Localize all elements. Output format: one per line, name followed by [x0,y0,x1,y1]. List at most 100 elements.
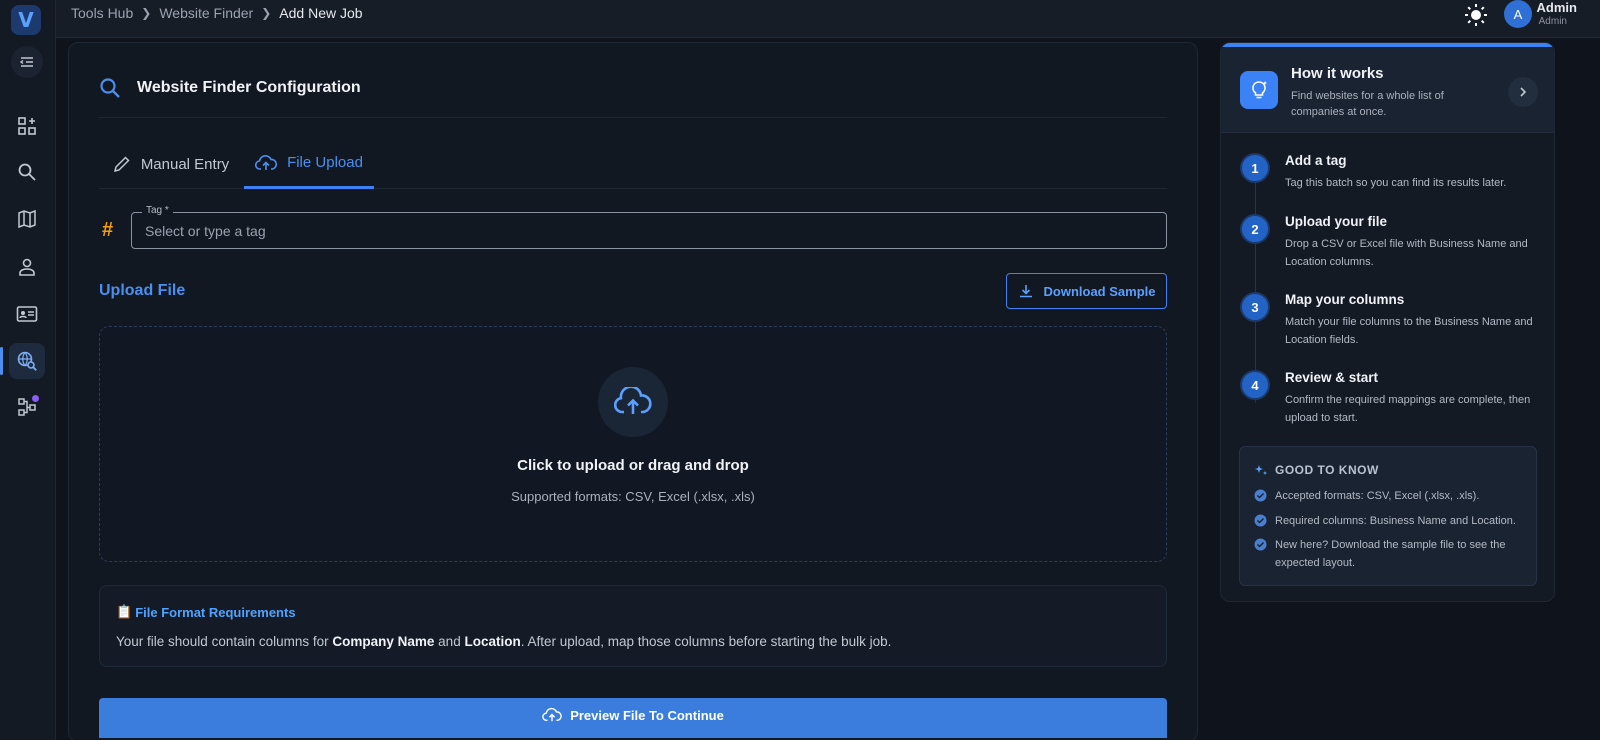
download-sample-label: Download Sample [1043,283,1156,299]
dropzone-subtitle: Supported formats: CSV, Excel (.xlsx, .x… [511,489,755,504]
breadcrumb: Tools Hub ❯ Website Finder ❯ Add New Job [71,5,363,21]
requirements-text: Your file should contain columns for Com… [116,634,891,649]
globe-search-icon [17,351,37,371]
how-it-works-header: How it works Find websites for a whole l… [1221,47,1554,133]
menu-collapse-icon [19,57,33,67]
sidebar-item-search[interactable] [9,154,45,190]
requirements-title: 📋 File Format Requirements [116,604,296,620]
logo-letter: V [18,8,34,32]
good-to-know-text: Accepted formats: CSV, Excel (.xlsx, .xl… [1275,490,1480,502]
hashtag-icon: # [102,219,114,241]
map-icon [18,209,36,229]
steps-connector [1255,167,1256,403]
requirements-text-part: and [434,634,465,649]
step-number: 3 [1240,292,1270,322]
sun-icon [1465,4,1487,26]
top-bar: Tools Hub ❯ Website Finder ❯ Add New Job… [56,0,1600,38]
dropzone-title: Click to upload or drag and drop [517,457,749,474]
collapse-panel-button[interactable] [1508,77,1538,107]
search-icon [100,78,120,98]
tab-file-upload[interactable]: File Upload [244,139,374,189]
cloud-upload-icon [614,387,652,414]
clipboard-icon: 📋 [116,604,133,619]
chevron-right-icon [1520,87,1527,97]
tab-bar: Manual Entry File Upload [99,139,1167,189]
good-to-know-box: GOOD TO KNOW Accepted formats: CSV, Exce… [1239,446,1537,586]
file-dropzone[interactable]: Click to upload or drag and drop Support… [99,326,1167,562]
good-to-know-text: Required columns: Business Name and Loca… [1275,515,1516,527]
cloud-upload-icon [255,154,278,170]
step-number: 4 [1240,370,1270,400]
tag-input[interactable] [132,213,1166,248]
check-circle-icon [1254,489,1267,502]
chevron-right-icon: ❯ [141,6,152,20]
dashboard-add-icon [18,117,36,135]
step-number: 1 [1240,153,1270,183]
check-circle-icon [1254,538,1267,551]
lightbulb-icon [1240,71,1278,109]
lightbulb-glyph [1252,81,1267,99]
good-to-know-title-text: GOOD TO KNOW [1275,463,1379,477]
sidebar-item-workflow[interactable] [9,389,45,425]
requirements-bold-company: Company Name [332,634,435,649]
good-to-know-item: New here? Download the sample file to se… [1254,536,1530,572]
user-name: Admin [1536,0,1577,15]
check-circle-icon [1254,514,1267,527]
tab-manual-entry[interactable]: Manual Entry [99,139,243,189]
sidebar-item-dashboard[interactable] [9,108,45,144]
how-it-works-subtitle: Find websites for a whole list of compan… [1291,90,1444,118]
step-title: Add a tag [1285,153,1347,168]
requirements-text-part: Your file should contain columns for [116,634,333,649]
theme-toggle-button[interactable] [1464,3,1488,27]
card-header: Website Finder Configuration [99,77,361,99]
chevron-right-icon: ❯ [261,6,272,20]
collapse-sidebar-button[interactable] [11,46,43,78]
how-it-works-panel: How it works Find websites for a whole l… [1220,42,1555,602]
search-icon [18,163,36,181]
notification-dot [32,395,39,402]
how-it-works-title: How it works [1291,65,1384,82]
upload-circle [598,367,668,437]
pencil-icon [113,156,130,173]
user-role: Admin [1538,16,1567,27]
contact-card-icon [16,306,38,322]
tab-label: Manual Entry [140,155,230,173]
divider [99,117,1167,118]
preview-button-label: Preview File To Continue [570,707,724,723]
breadcrumb-tools-hub[interactable]: Tools Hub [71,5,133,21]
avatar[interactable]: A [1504,0,1532,28]
step-description: Match your file columns to the Business … [1285,316,1533,346]
step-title: Upload your file [1285,214,1388,229]
download-icon [1019,285,1032,298]
step-title: Map your columns [1285,292,1405,307]
file-format-requirements: 📋 File Format Requirements Your file sho… [99,585,1167,667]
page-title: Website Finder Configuration [137,79,361,96]
good-to-know-item: Accepted formats: CSV, Excel (.xlsx, .xl… [1254,487,1530,505]
good-to-know-item: Required columns: Business Name and Loca… [1254,512,1530,530]
cloud-upload-icon [542,707,563,722]
step-description: Tag this batch so you can find its resul… [1285,177,1507,189]
breadcrumb-website-finder[interactable]: Website Finder [159,5,253,21]
good-to-know-title: GOOD TO KNOW [1254,463,1379,477]
sparkle-icon [1255,465,1267,475]
download-sample-button[interactable]: Download Sample [1006,273,1167,309]
sidebar-item-website-finder[interactable] [0,343,45,379]
breadcrumb-current: Add New Job [279,5,363,21]
good-to-know-text: New here? Download the sample file to se… [1275,539,1506,569]
sidebar-item-map[interactable] [9,201,45,237]
step-description: Drop a CSV or Excel file with Business N… [1285,238,1528,268]
step-title: Review & start [1285,370,1379,385]
requirements-text-part: . After upload, map those columns before… [520,634,892,649]
sidebar-item-person[interactable] [9,249,45,285]
step-description: Confirm the required mappings are comple… [1285,394,1531,424]
preview-file-button[interactable]: Preview File To Continue [99,698,1167,738]
sidebar: V [0,0,56,740]
step-number: 2 [1240,214,1270,244]
requirements-title-text: File Format Requirements [135,604,296,620]
person-icon [19,258,35,276]
tag-field[interactable]: Tag * [131,205,1167,249]
configuration-card: Website Finder Configuration Manual Entr… [68,42,1198,740]
app-logo[interactable]: V [11,5,41,35]
sidebar-item-contacts[interactable] [9,296,45,332]
tab-label: File Upload [287,154,363,171]
